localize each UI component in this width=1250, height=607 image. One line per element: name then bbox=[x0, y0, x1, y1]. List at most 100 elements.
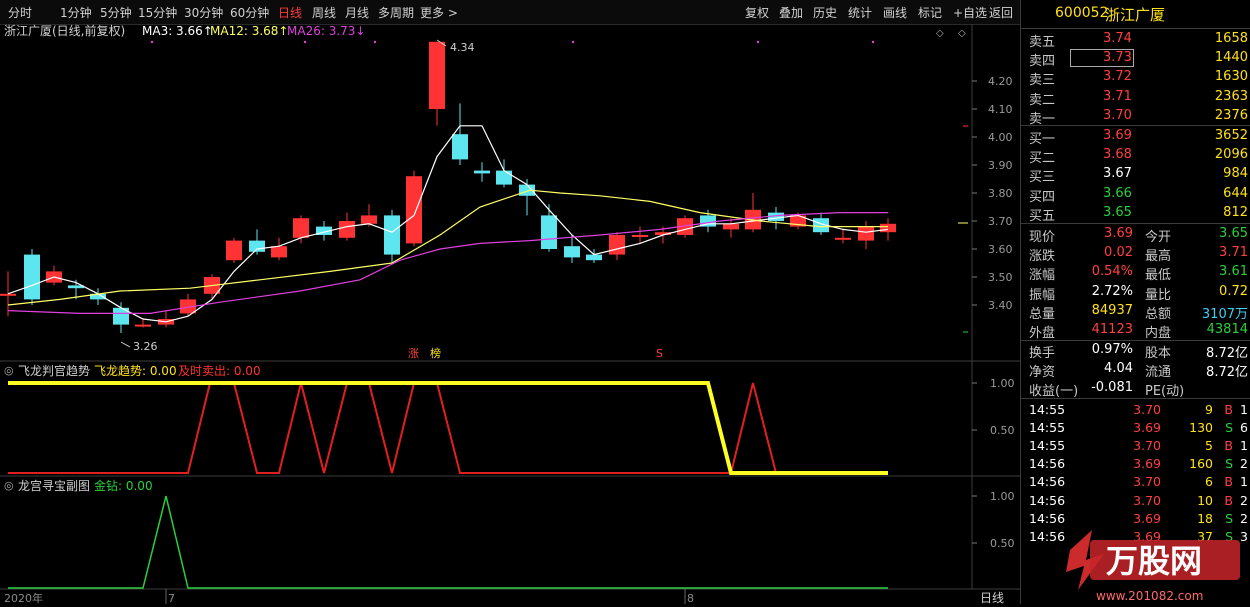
quote-row[interactable]: 净资 4.04 流通 8.72亿 bbox=[1021, 360, 1250, 381]
quote-row[interactable]: 现价 3.69 今开 3.65 bbox=[1021, 225, 1250, 245]
period-tab-6[interactable]: 日线 bbox=[278, 4, 302, 21]
period-tab-7[interactable]: 周线 bbox=[312, 4, 336, 21]
period-tab-3[interactable]: 15分钟 bbox=[138, 4, 177, 21]
period-tab-10[interactable]: 更多 > bbox=[420, 4, 458, 21]
chart-area[interactable]: 4.20 4.10 4.00 3.90 3.80 3.70 3.60 3.50 3.40 浙江广厦… bbox=[0, 24, 1020, 604]
ask-label: 卖三 bbox=[1029, 73, 1056, 89]
quote-row[interactable]: 涨跌 0.02 最高 3.71 bbox=[1021, 244, 1250, 264]
tick-price: 3.69 bbox=[1133, 510, 1161, 526]
sub2-gold-line bbox=[8, 495, 888, 589]
period-tab-1[interactable]: 1分钟 bbox=[60, 4, 92, 21]
quote-label: 收益(一) bbox=[1029, 384, 1079, 400]
sub1-trend-label: 飞龙趋势: 0.00 bbox=[94, 364, 177, 378]
tick-count: 1 bbox=[1240, 438, 1248, 454]
high-price-label: 4.34 bbox=[450, 41, 475, 54]
ma12-legend: MA12: 3.68↑ bbox=[210, 24, 288, 38]
bid-volume: 644 bbox=[1223, 185, 1248, 201]
ask-label: 卖四 bbox=[1029, 54, 1056, 70]
quote-value: 0.54% bbox=[1091, 264, 1133, 280]
tick-count: 2 bbox=[1240, 456, 1248, 472]
bid-row[interactable]: 买一 3.69 3652 bbox=[1021, 127, 1250, 147]
bid-label: 买一 bbox=[1029, 132, 1056, 147]
tick-count: 1 bbox=[1240, 402, 1248, 417]
bid-row[interactable]: 买二 3.68 2096 bbox=[1021, 146, 1250, 166]
quote-row[interactable]: 外盘 41123 内盘 43814 bbox=[1021, 321, 1250, 341]
quote-label: 振幅 bbox=[1029, 287, 1056, 303]
bid-price: 3.65 bbox=[1103, 204, 1132, 220]
y-tick-label: 3.40 bbox=[988, 299, 1013, 312]
toolbar-action-1[interactable]: 叠加 bbox=[779, 4, 803, 21]
bid-volume: 812 bbox=[1223, 204, 1248, 220]
tick-side: B bbox=[1224, 474, 1233, 490]
sub2-title: 龙宫寻宝副图 bbox=[18, 478, 90, 493]
quote-label: 股本 bbox=[1145, 346, 1172, 361]
quote-value: 3.65 bbox=[1219, 226, 1248, 241]
period-tab-4[interactable]: 30分钟 bbox=[184, 4, 223, 21]
quote-row[interactable]: 换手 0.97% 股本 8.72亿 bbox=[1021, 341, 1250, 361]
toolbar-action-0[interactable]: 复权 bbox=[745, 4, 769, 21]
quote-label: 总量 bbox=[1029, 306, 1056, 322]
quote-label: 内盘 bbox=[1145, 326, 1172, 341]
quote-row[interactable]: 涨幅 0.54% 最低 3.61 bbox=[1021, 263, 1250, 284]
bid-label: 买四 bbox=[1029, 189, 1056, 205]
marker-s: S bbox=[656, 347, 663, 360]
ask-volume: 1440 bbox=[1214, 50, 1248, 66]
bid-row[interactable]: 买四 3.66 644 bbox=[1021, 185, 1250, 205]
collapse-icon: ◎ bbox=[4, 479, 14, 492]
tick-volume: 130 bbox=[1189, 420, 1213, 436]
candle-body bbox=[406, 176, 422, 244]
ask-row[interactable]: 卖一 3.70 2376 bbox=[1021, 107, 1250, 127]
candle-body bbox=[632, 235, 648, 237]
quote-label: 流通 bbox=[1145, 365, 1172, 381]
ask-row[interactable]: 卖三 3.72 1630 bbox=[1021, 68, 1250, 89]
y-tick-label: 3.90 bbox=[988, 159, 1013, 172]
sub1-title: 飞龙判官趋势 bbox=[18, 363, 90, 378]
tick-count: 1 bbox=[1240, 474, 1248, 490]
tick-side: B bbox=[1224, 492, 1233, 508]
ask-row[interactable]: 卖五 3.74 1658 bbox=[1021, 30, 1250, 50]
quote-row[interactable]: 总量 84937 总额 3107万 bbox=[1021, 302, 1250, 322]
candle-body bbox=[835, 237, 851, 240]
tick-time: 14:55 bbox=[1029, 402, 1066, 417]
candle-body bbox=[249, 240, 265, 252]
divider bbox=[1021, 223, 1250, 224]
ask-price: 3.70 bbox=[1103, 107, 1132, 123]
period-tab-9[interactable]: 多周期 bbox=[378, 4, 414, 21]
toolbar-action-5[interactable]: 标记 bbox=[918, 4, 942, 21]
tick-price: 3.69 bbox=[1133, 420, 1161, 436]
sub1-sell-label: 及时卖出: 0.00 bbox=[178, 364, 261, 378]
tick-time: 14:55 bbox=[1029, 420, 1066, 436]
period-tab-5[interactable]: 60分钟 bbox=[230, 4, 269, 21]
bid-price: 3.67 bbox=[1103, 166, 1132, 182]
bid-row[interactable]: 买三 3.67 984 bbox=[1021, 165, 1250, 185]
toolbar-action-6[interactable]: +自选 bbox=[953, 4, 987, 21]
quote-label: 量比 bbox=[1145, 287, 1172, 303]
ask-row[interactable]: 卖四 3.73 1440 bbox=[1021, 49, 1250, 70]
marker-dot bbox=[571, 40, 575, 44]
toolbar-action-7[interactable]: 返回 bbox=[989, 4, 1013, 21]
period-tab-2[interactable]: 5分钟 bbox=[100, 4, 132, 21]
quote-value: 0.72 bbox=[1219, 283, 1248, 299]
candle-body bbox=[723, 223, 739, 230]
quote-label: 净资 bbox=[1029, 365, 1056, 381]
bid-row[interactable]: 买五 3.65 812 bbox=[1021, 204, 1250, 224]
period-tab-8[interactable]: 月线 bbox=[345, 4, 369, 21]
ask-volume: 2376 bbox=[1214, 107, 1248, 123]
toolbar-action-3[interactable]: 统计 bbox=[848, 4, 872, 21]
quote-value: 0.97% bbox=[1091, 342, 1133, 357]
ask-row[interactable]: 卖二 3.71 2363 bbox=[1021, 88, 1250, 108]
toolbar-action-2[interactable]: 历史 bbox=[813, 4, 837, 21]
quote-label: 最低 bbox=[1145, 268, 1172, 284]
toolbar-action-4[interactable]: 画线 bbox=[883, 4, 907, 21]
quote-row[interactable]: 收益(一) -0.081 PE(动) bbox=[1021, 379, 1250, 400]
candle-body bbox=[226, 240, 242, 261]
stock-name: 浙江广厦 bbox=[1105, 6, 1166, 24]
quote-row[interactable]: 振幅 2.72% 量比 0.72 bbox=[1021, 283, 1250, 303]
period-tab-0[interactable]: 分时 bbox=[8, 4, 32, 21]
divider bbox=[1021, 398, 1250, 399]
marker-dot bbox=[871, 40, 875, 44]
trade-tick-row: 14:56 3.70 6 B 1 bbox=[1021, 473, 1250, 491]
ask-price: 3.74 bbox=[1103, 31, 1132, 46]
ask-price: 3.71 bbox=[1103, 88, 1132, 104]
candle-body bbox=[564, 246, 580, 258]
